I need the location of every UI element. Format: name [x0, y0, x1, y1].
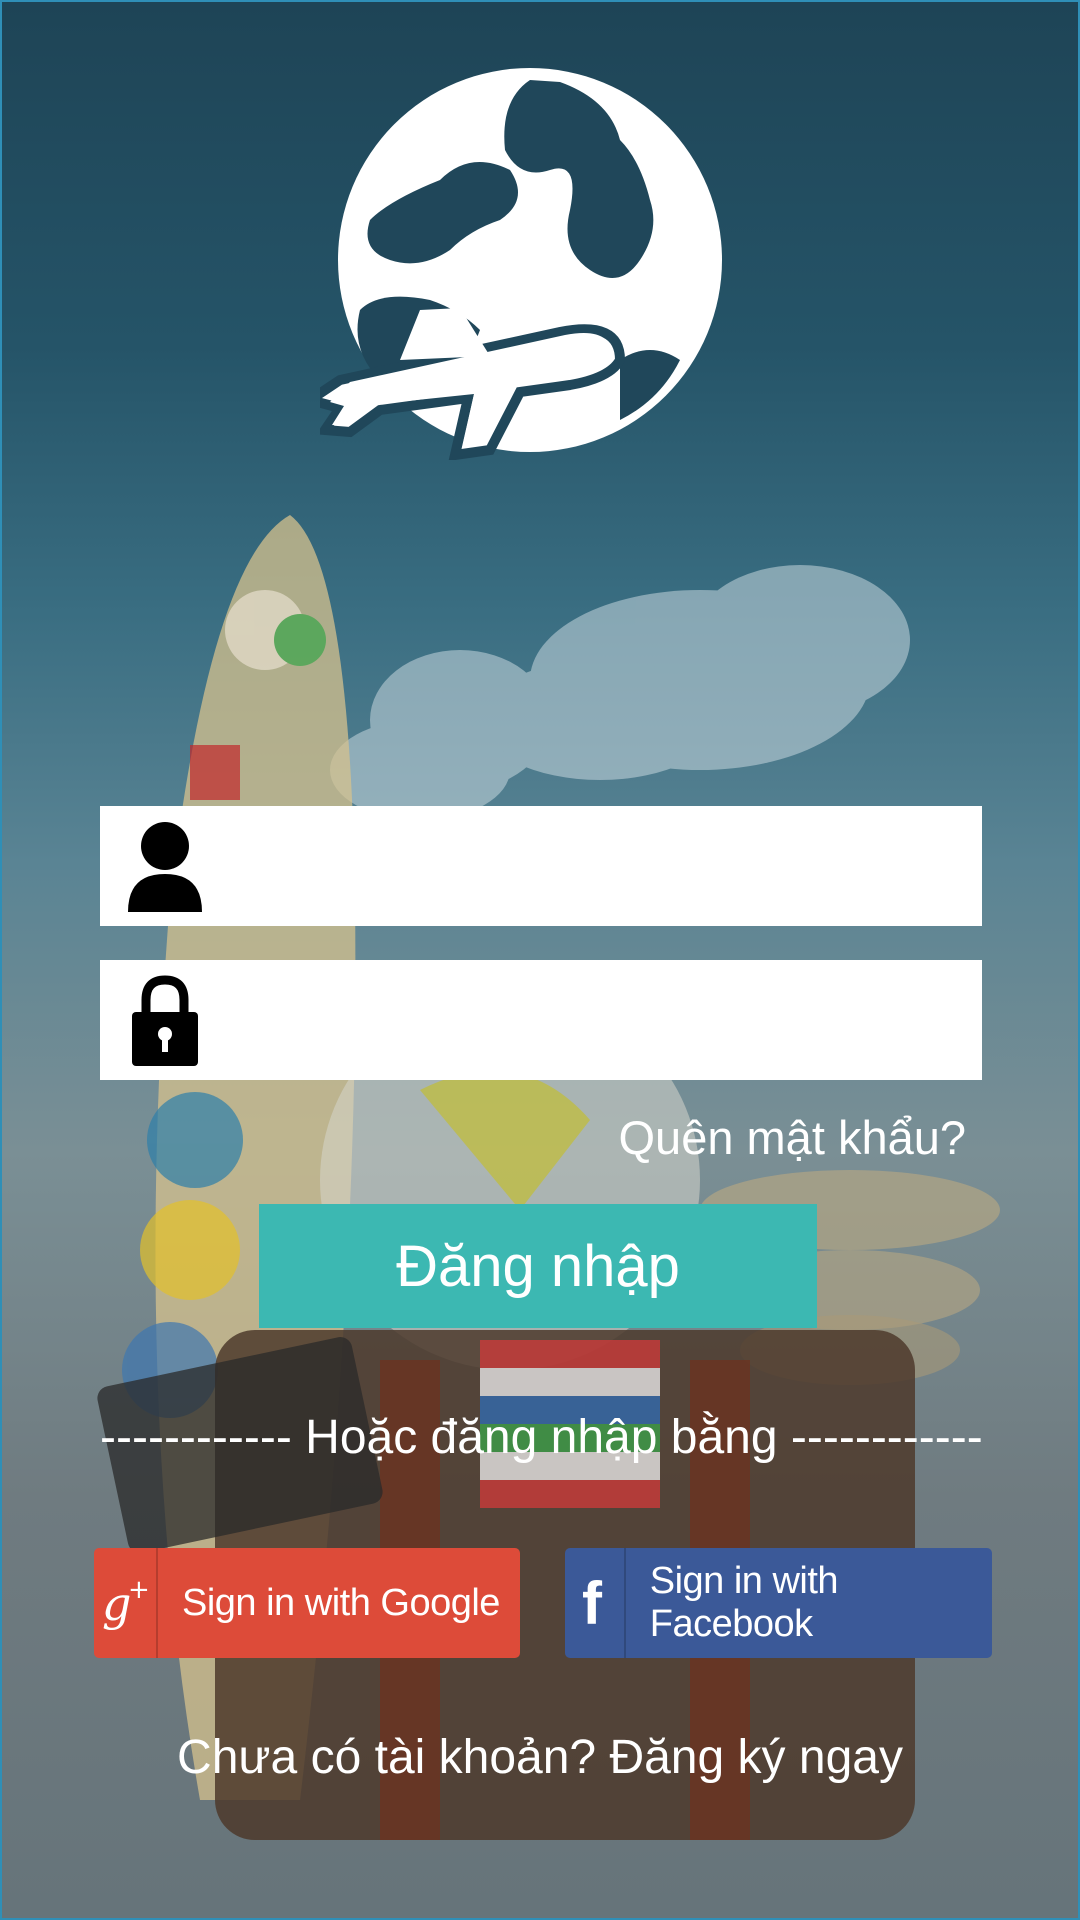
facebook-signin-button[interactable]: f Sign in with Facebook	[565, 1548, 992, 1658]
password-field[interactable]	[100, 959, 982, 1081]
facebook-signin-label: Sign in with Facebook	[649, 1560, 839, 1645]
login-button[interactable]: Đăng nhập	[259, 1204, 817, 1328]
facebook-icon: f	[565, 1548, 626, 1658]
google-signin-label: Sign in with Google	[182, 1581, 500, 1624]
username-field[interactable]	[100, 805, 982, 927]
svg-text:f: f	[582, 1570, 603, 1637]
alternative-login-divider: ------------ Hoặc đăng nhập bằng -------…	[100, 1411, 983, 1464]
user-icon	[126, 818, 204, 914]
lock-icon	[126, 972, 204, 1068]
google-signin-button[interactable]: g + Sign in with Google	[94, 1548, 520, 1658]
password-input[interactable]	[204, 959, 982, 1081]
username-input[interactable]	[204, 805, 982, 927]
globe-airplane-logo	[320, 68, 722, 460]
register-link[interactable]: Chưa có tài khoản? Đăng ký ngay	[0, 1730, 1080, 1785]
svg-text:+: +	[128, 1575, 150, 1605]
forgot-password-link[interactable]: Quên mật khẩu?	[619, 1110, 967, 1165]
google-plus-icon: g +	[94, 1548, 158, 1658]
